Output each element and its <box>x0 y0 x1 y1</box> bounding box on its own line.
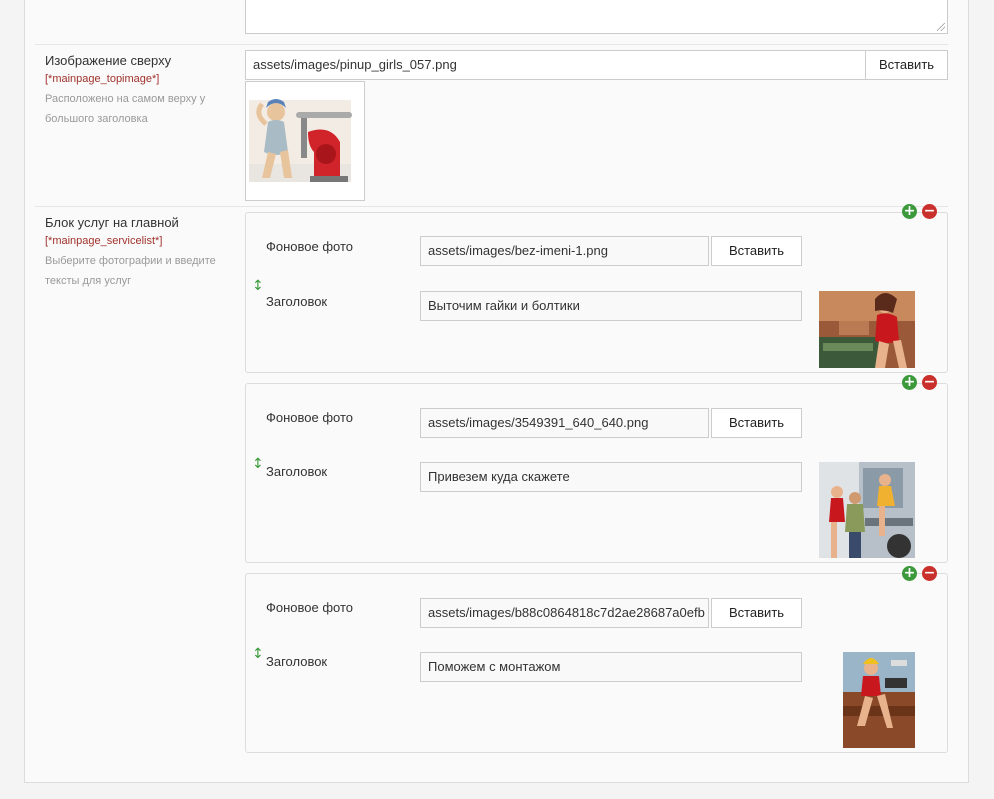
service-photo-thumbnail <box>843 652 915 748</box>
vertical-arrows-icon[interactable]: ↕ <box>252 647 264 661</box>
service-item-card: Фоновое фото assets/images/b88c0864818c7… <box>245 573 948 753</box>
minus-circle-icon[interactable]: − <box>922 375 937 390</box>
service-item-card: Фоновое фото assets/images/3549391_640_6… <box>245 383 948 563</box>
vertical-arrows-icon[interactable]: ↕ <box>252 457 264 471</box>
minus-circle-icon[interactable]: − <box>922 566 937 581</box>
field-description-service-list: Выберите фотографии и введите тексты для… <box>45 255 216 287</box>
pinup-plumber-image <box>246 82 364 200</box>
plus-circle-icon[interactable]: + <box>902 204 917 219</box>
plus-circle-icon[interactable]: + <box>902 375 917 390</box>
row-divider <box>35 44 948 45</box>
vertical-arrows-icon[interactable]: ↕ <box>252 279 264 293</box>
photo-path-input[interactable]: assets/images/b88c0864818c7d2ae28687a0ef… <box>420 598 709 628</box>
photo-label: Фоновое фото <box>266 239 354 254</box>
photo-path-input[interactable]: assets/images/bez-imeni-1.png <box>420 236 709 266</box>
field-code-top-image: [*mainpage_topimage*] <box>45 73 160 85</box>
minus-circle-icon[interactable]: − <box>922 204 937 219</box>
heading-input[interactable]: Поможем с монтажом <box>420 652 802 682</box>
photo-label: Фоновое фото <box>266 600 354 615</box>
row-divider <box>35 206 948 207</box>
heading-label: Заголовок <box>266 654 328 669</box>
photo-insert-button[interactable]: Вставить <box>711 236 802 266</box>
photo-insert-button[interactable]: Вставить <box>711 598 802 628</box>
heading-label: Заголовок <box>266 294 328 309</box>
field-title-top-image: Изображение сверху <box>45 53 172 68</box>
service-photo-thumbnail <box>819 462 915 558</box>
photo-label: Фоновое фото <box>266 410 354 425</box>
photo-insert-button[interactable]: Вставить <box>711 408 802 438</box>
top-image-preview <box>245 81 365 201</box>
field-code-service-list: [*mainpage_servicelist*] <box>45 235 163 247</box>
service-item-card: Фоновое фото assets/images/bez-imeni-1.p… <box>245 212 948 373</box>
previous-textarea[interactable] <box>245 0 948 34</box>
plus-circle-icon[interactable]: + <box>902 566 917 581</box>
resize-grip-icon[interactable] <box>937 23 945 31</box>
heading-input[interactable]: Привезем куда скажете <box>420 462 802 492</box>
photo-path-input[interactable]: assets/images/3549391_640_640.png <box>420 408 709 438</box>
field-description-top-image: Расположено на самом верху у большого за… <box>45 93 206 125</box>
heading-input[interactable]: Выточим гайки и болтики <box>420 291 802 321</box>
top-image-insert-button[interactable]: Вставить <box>865 50 948 80</box>
heading-label: Заголовок <box>266 464 328 479</box>
top-image-path-input[interactable]: assets/images/pinup_girls_057.png <box>245 50 866 80</box>
service-photo-thumbnail <box>819 291 915 368</box>
field-title-service-list: Блок услуг на главной <box>45 215 179 230</box>
